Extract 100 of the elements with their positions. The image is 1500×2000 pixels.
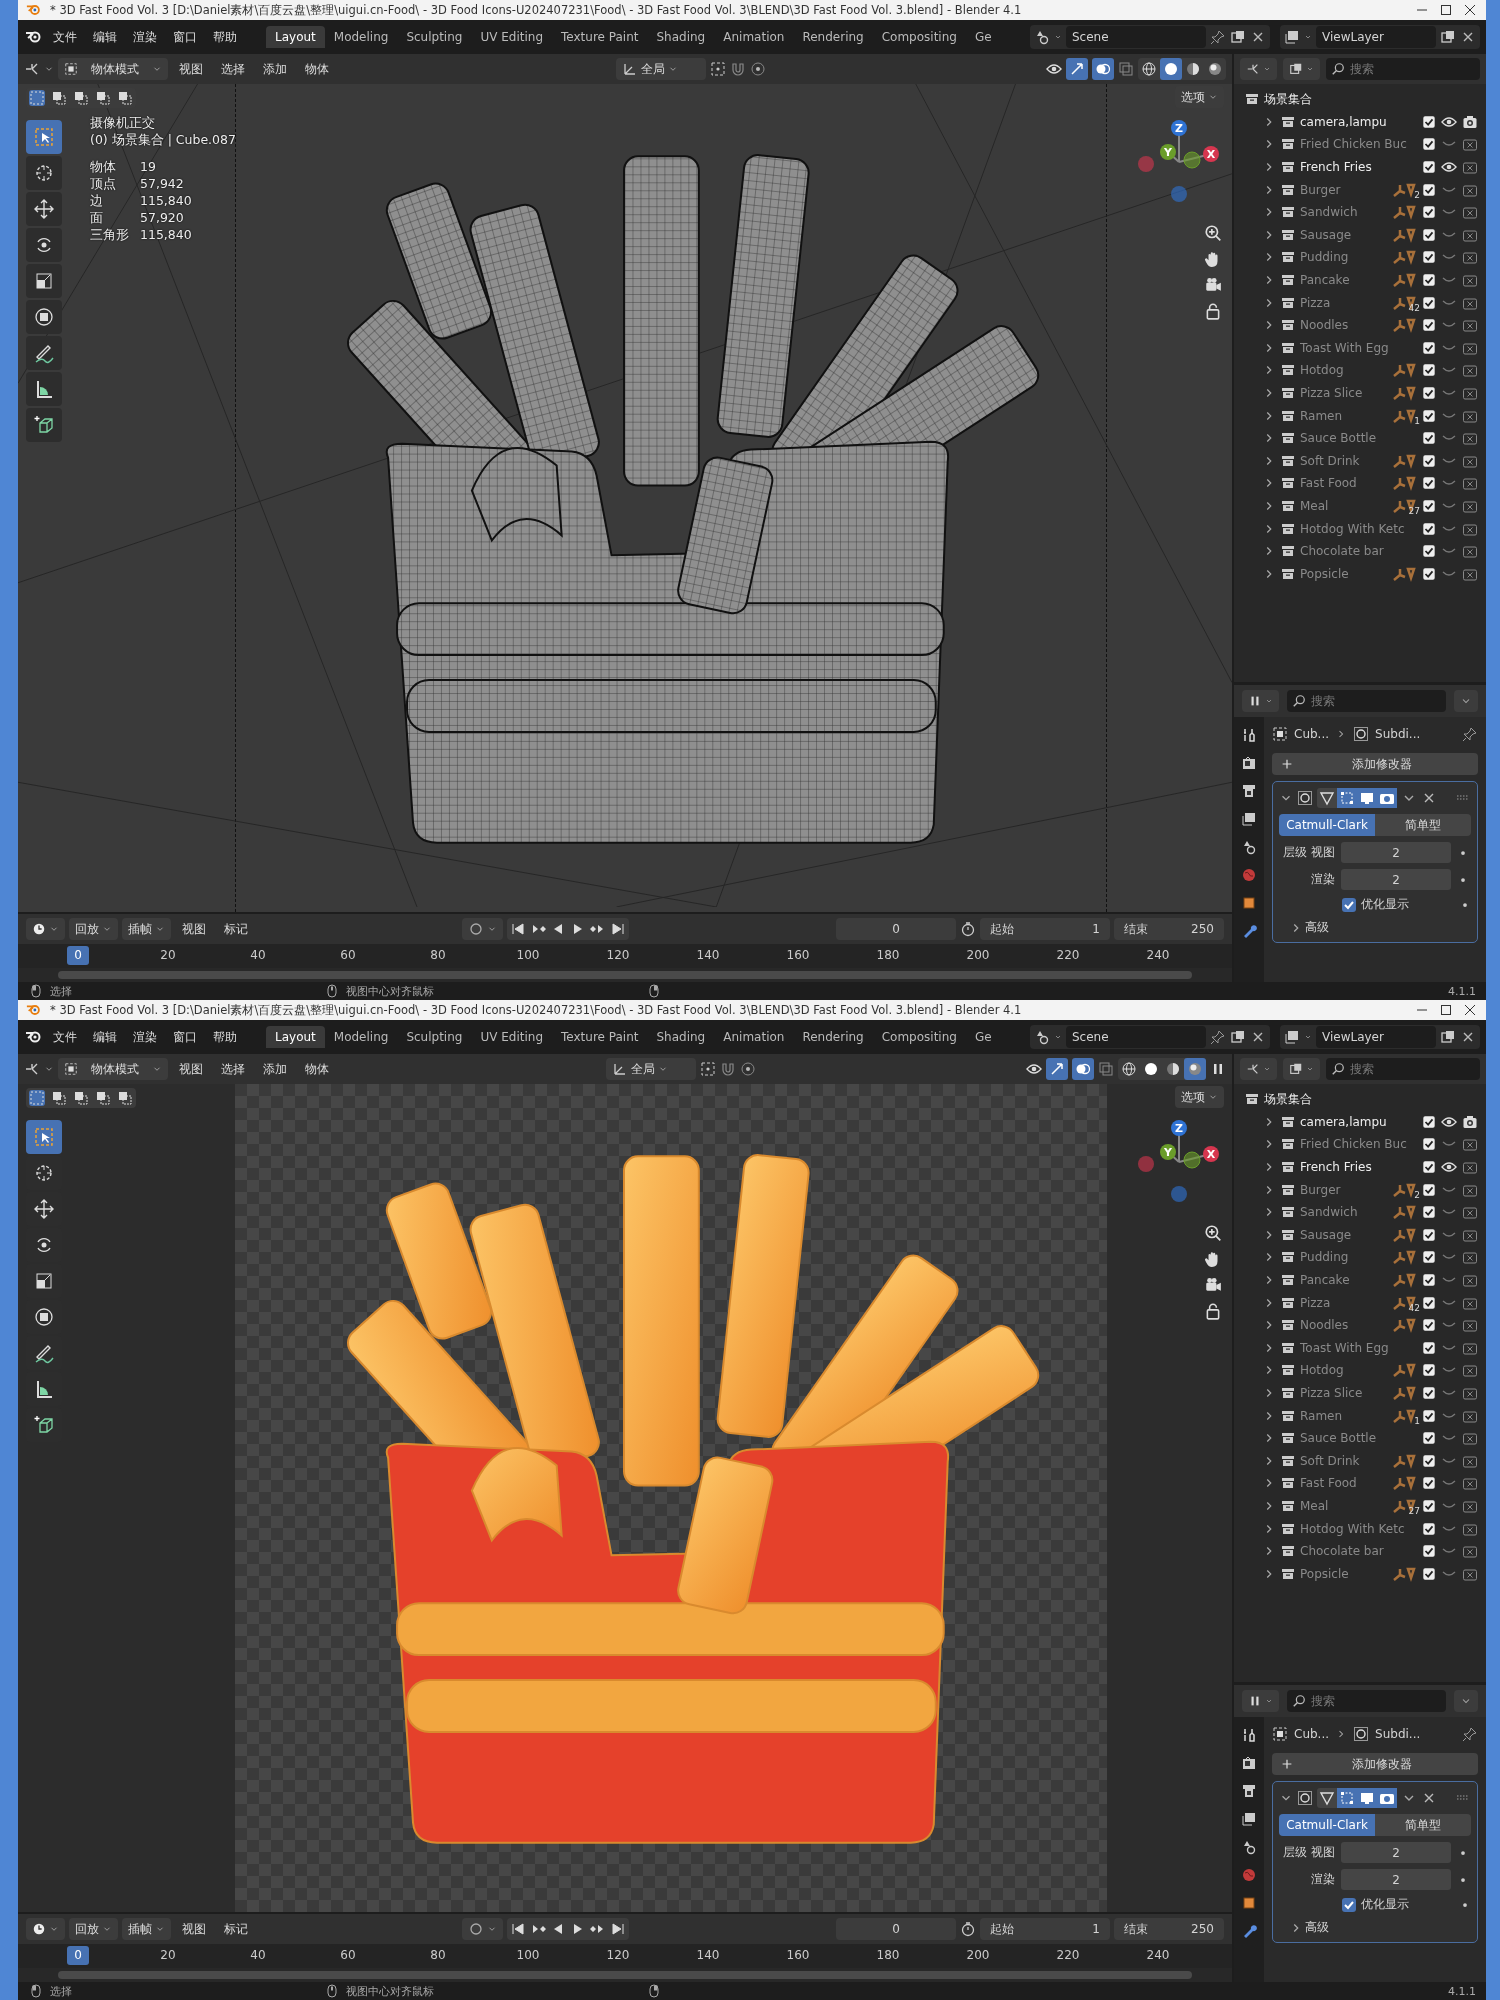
scene-icon[interactable] bbox=[1034, 29, 1050, 45]
pin-icon[interactable] bbox=[1210, 1029, 1226, 1045]
display-mode-dropdown[interactable] bbox=[1240, 58, 1277, 80]
collection-name[interactable]: Sandwich bbox=[1300, 205, 1388, 220]
pivot-icon[interactable] bbox=[700, 1061, 716, 1077]
menu-item[interactable]: 添加 bbox=[256, 1060, 294, 1078]
menu-item[interactable]: 添加 bbox=[256, 60, 294, 78]
workspace-tab[interactable]: Ge bbox=[965, 1026, 1001, 1048]
object-icon[interactable] bbox=[1272, 1726, 1288, 1742]
collection-name[interactable]: Burger bbox=[1300, 1182, 1388, 1197]
selection-mode-icon[interactable] bbox=[117, 90, 133, 106]
navigation-gizmo[interactable]: Z Y X bbox=[1136, 114, 1222, 204]
editor-type-dropdown[interactable] bbox=[26, 918, 65, 940]
current-frame-field[interactable]: 0 bbox=[836, 1918, 956, 1940]
checkbox-icon[interactable] bbox=[1422, 1476, 1436, 1491]
pin-icon[interactable] bbox=[1462, 726, 1478, 742]
view-layer-tab-icon[interactable] bbox=[1241, 1811, 1257, 1827]
world-tab-icon[interactable] bbox=[1241, 867, 1257, 883]
selection-mode-icon[interactable] bbox=[95, 1090, 111, 1106]
orientation-dropdown[interactable]: 全局 bbox=[616, 58, 706, 80]
menu-item[interactable]: 选择 bbox=[214, 60, 252, 78]
pin-icon[interactable] bbox=[1462, 1726, 1478, 1742]
collection-name[interactable]: Fried Chicken Buc bbox=[1300, 137, 1418, 152]
lock-icon[interactable] bbox=[1204, 1302, 1222, 1320]
collection-name[interactable]: camera,lampu bbox=[1300, 114, 1418, 129]
collection-name[interactable]: Sandwich bbox=[1300, 1205, 1388, 1220]
snap-magnet-icon[interactable] bbox=[720, 1061, 736, 1077]
select-box-tool[interactable] bbox=[26, 120, 62, 154]
transform-tool[interactable] bbox=[26, 300, 62, 334]
collection-name[interactable]: French Fries bbox=[1300, 1160, 1418, 1175]
checkbox-icon[interactable] bbox=[1422, 1340, 1436, 1355]
end-frame-field[interactable]: 结束 250 bbox=[1114, 1918, 1224, 1940]
checkbox-icon[interactable] bbox=[1422, 1114, 1436, 1129]
current-frame-field[interactable]: 0 bbox=[836, 918, 956, 940]
view-layer-icon[interactable] bbox=[1284, 1029, 1300, 1045]
mouse-left-icon[interactable] bbox=[28, 1983, 44, 1999]
editor-type-dropdown[interactable] bbox=[1242, 1690, 1279, 1712]
mouse-right-icon[interactable] bbox=[646, 983, 662, 999]
number-field[interactable]: 2 bbox=[1341, 1842, 1451, 1863]
workspace-tab[interactable]: Texture Paint bbox=[552, 26, 648, 48]
collection-name[interactable]: Noodles bbox=[1300, 1318, 1388, 1333]
workspace-tab[interactable]: Ge bbox=[965, 26, 1001, 48]
new-scene-icon[interactable] bbox=[1230, 1029, 1246, 1045]
rendered-shading-icon[interactable] bbox=[1184, 1058, 1206, 1080]
view-layer-tab-icon[interactable] bbox=[1241, 811, 1257, 827]
scene-icon[interactable] bbox=[1034, 1029, 1050, 1045]
xray-toggle-icon[interactable] bbox=[1118, 61, 1134, 77]
checkbox-icon[interactable] bbox=[1422, 182, 1436, 197]
checkbox-icon[interactable] bbox=[1422, 1544, 1436, 1559]
start-frame-field[interactable]: 起始 1 bbox=[980, 1918, 1110, 1940]
checkbox-icon[interactable] bbox=[1422, 1205, 1436, 1220]
checkbox-icon[interactable] bbox=[1422, 1521, 1436, 1536]
editor-type-icon[interactable] bbox=[24, 61, 40, 77]
collection-name[interactable]: Sausage bbox=[1300, 1227, 1388, 1242]
gizmo-toggle-icon[interactable] bbox=[1066, 58, 1088, 80]
menu-item[interactable]: 标记 bbox=[217, 920, 255, 938]
render-toggle-icon[interactable] bbox=[1377, 788, 1397, 808]
workspace-tab[interactable]: Rendering bbox=[793, 26, 873, 48]
number-field[interactable]: 2 bbox=[1341, 869, 1451, 890]
collection-name[interactable]: Soft Drink bbox=[1300, 1453, 1388, 1468]
visibility-eye-icon[interactable] bbox=[1046, 61, 1062, 77]
collection-name[interactable]: Pudding bbox=[1300, 250, 1388, 265]
collection-name[interactable]: Ramen bbox=[1300, 408, 1388, 423]
auto-keying-button[interactable] bbox=[462, 918, 503, 940]
view-layer-icon[interactable] bbox=[1284, 29, 1300, 45]
checkbox-icon[interactable] bbox=[1422, 227, 1436, 242]
workspace-tab[interactable]: Compositing bbox=[872, 26, 966, 48]
rotate-tool[interactable] bbox=[26, 228, 62, 262]
jump-start-icon[interactable] bbox=[510, 1921, 526, 1937]
menu-item[interactable]: 帮助 bbox=[206, 1028, 244, 1046]
checkbox-icon[interactable] bbox=[1422, 1453, 1436, 1468]
world-tab-icon[interactable] bbox=[1241, 1867, 1257, 1883]
menu-item[interactable]: 物体 bbox=[298, 60, 336, 78]
checkbox-icon[interactable] bbox=[1422, 521, 1436, 536]
checkbox-icon[interactable] bbox=[1422, 1363, 1436, 1378]
new-view-layer-icon[interactable] bbox=[1440, 1029, 1456, 1045]
viewport-toggle-icon[interactable] bbox=[1357, 788, 1377, 808]
move-tool[interactable] bbox=[26, 192, 62, 226]
editor-type-icon[interactable] bbox=[24, 1061, 40, 1077]
checkbox-icon[interactable] bbox=[1422, 114, 1436, 129]
checkbox-icon[interactable] bbox=[1422, 1250, 1436, 1265]
workspace-tab[interactable]: Layout bbox=[266, 1026, 325, 1048]
selection-mode-icon[interactable] bbox=[73, 90, 89, 106]
view-layer-field[interactable]: ViewLayer bbox=[1316, 1026, 1436, 1048]
workspace-tab[interactable]: Layout bbox=[266, 26, 325, 48]
gizmo-toggle-icon[interactable] bbox=[1046, 1058, 1068, 1080]
search-field[interactable]: 搜索 bbox=[1326, 58, 1480, 80]
camera-view-icon[interactable] bbox=[1204, 276, 1222, 294]
scene-tab-icon[interactable] bbox=[1241, 839, 1257, 855]
collection-name[interactable]: Hotdog bbox=[1300, 1363, 1388, 1378]
number-field[interactable]: 2 bbox=[1341, 1869, 1451, 1890]
checkbox-icon[interactable] bbox=[1422, 250, 1436, 265]
scrollbar[interactable] bbox=[58, 1971, 1192, 1979]
close-icon[interactable] bbox=[1462, 2, 1478, 18]
collection-name[interactable]: Hotdog With Ketc bbox=[1300, 1521, 1418, 1536]
breadcrumb-modifier[interactable]: Subdi... bbox=[1375, 727, 1421, 741]
collection-name[interactable]: Pizza Slice bbox=[1300, 386, 1388, 400]
object-icon[interactable] bbox=[1272, 726, 1288, 742]
options-dropdown[interactable]: 选项 bbox=[1175, 1086, 1224, 1108]
subdivision-type-tab[interactable]: 简单型 bbox=[1375, 1814, 1471, 1836]
